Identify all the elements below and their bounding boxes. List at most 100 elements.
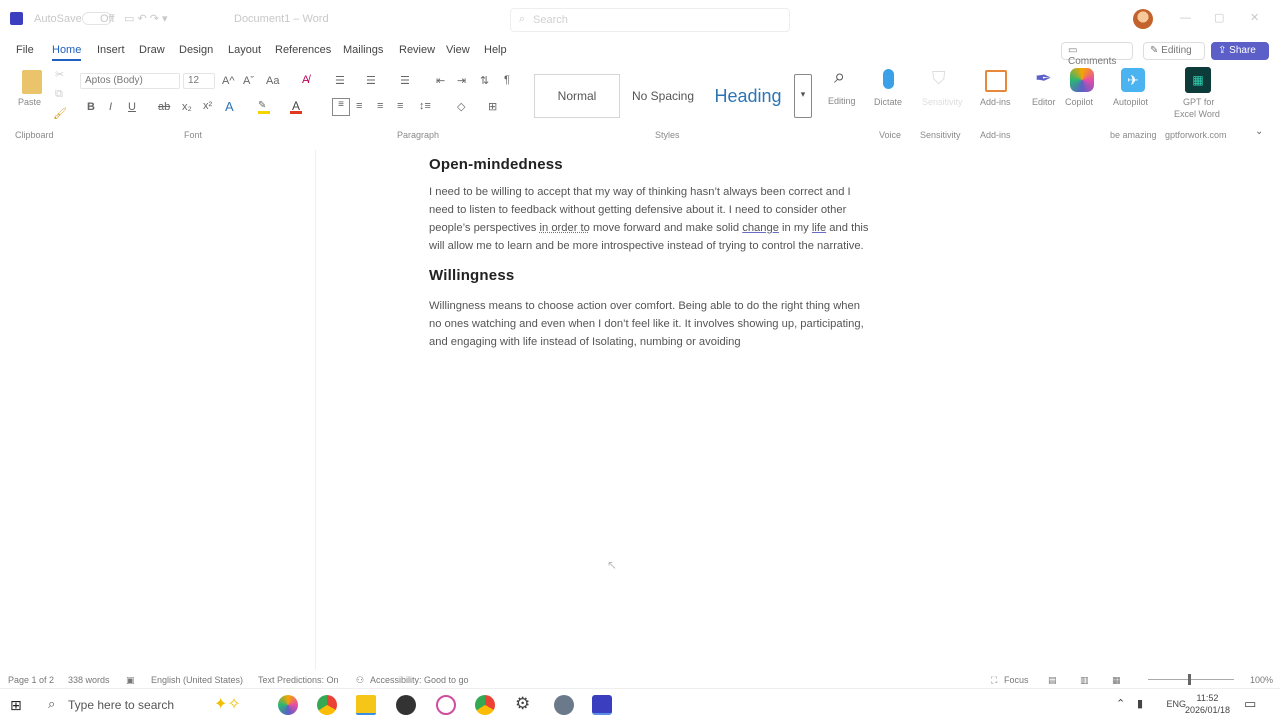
word-taskbar-icon[interactable] xyxy=(592,695,612,715)
word-count[interactable]: 338 words xyxy=(68,675,110,685)
tray-language[interactable]: ENG xyxy=(1166,699,1186,709)
dictate-button-label[interactable]: Dictate xyxy=(874,97,902,107)
grow-font-icon[interactable]: A^ xyxy=(222,75,235,87)
collapse-ribbon-icon[interactable]: ⌄ xyxy=(1255,126,1263,137)
paste-label[interactable]: Paste xyxy=(18,97,41,107)
accessibility-status[interactable]: Accessibility: Good to go xyxy=(370,675,469,685)
app-icon[interactable] xyxy=(554,695,574,715)
increase-indent-icon[interactable]: ⇥ xyxy=(457,74,466,87)
style-heading[interactable]: Heading xyxy=(706,74,790,118)
editor-button-label[interactable]: Editor xyxy=(1032,97,1056,107)
strikethrough-icon[interactable]: ab xyxy=(158,101,170,113)
align-left-icon[interactable]: ≡ xyxy=(332,98,350,116)
tab-review[interactable]: Review xyxy=(399,44,435,56)
grammar-suggestion[interactable]: in order to xyxy=(540,222,590,234)
highlight-icon[interactable]: ✎ xyxy=(258,100,270,114)
windows-start-icon[interactable]: ⊞ xyxy=(10,697,22,714)
settings-gear-icon[interactable]: ⚙ xyxy=(515,694,530,714)
copilot-button-label[interactable]: Copilot xyxy=(1065,97,1093,107)
copilot-icon[interactable] xyxy=(1070,68,1094,92)
zoom-slider[interactable] xyxy=(1148,679,1234,680)
focus-button[interactable]: Focus xyxy=(1004,675,1029,685)
chrome-profile-icon[interactable] xyxy=(475,695,495,715)
copy-icon[interactable]: ⧉ xyxy=(55,88,63,101)
zoom-slider-thumb[interactable] xyxy=(1188,674,1191,685)
decrease-indent-icon[interactable]: ⇤ xyxy=(436,74,445,87)
align-center-icon[interactable]: ≡ xyxy=(356,100,362,112)
superscript-icon[interactable]: x² xyxy=(203,100,212,112)
sensitivity-icon[interactable]: ⛉ xyxy=(932,68,946,89)
numbering-icon[interactable]: ☰ xyxy=(366,74,376,87)
subscript-icon[interactable]: x₂ xyxy=(182,101,192,113)
shading-icon[interactable]: ◇ xyxy=(457,100,465,113)
editing-button-label[interactable]: Editing xyxy=(828,96,856,106)
font-size-select[interactable]: 12 xyxy=(183,73,215,89)
line-spacing-icon[interactable]: ↕≡ xyxy=(419,100,431,112)
underline-icon[interactable]: U xyxy=(128,101,136,113)
tab-layout[interactable]: Layout xyxy=(228,44,261,56)
addins-button-label[interactable]: Add-ins xyxy=(980,97,1011,107)
read-mode-icon[interactable]: ▤ xyxy=(1048,675,1057,686)
tab-file[interactable]: File xyxy=(16,44,34,56)
autopilot-button-label[interactable]: Autopilot xyxy=(1113,97,1148,107)
tab-mailings[interactable]: Mailings xyxy=(343,44,383,56)
font-name-select[interactable]: Aptos (Body) xyxy=(80,73,180,89)
addins-icon[interactable] xyxy=(985,70,1007,92)
editing-search-icon[interactable]: ⌕ xyxy=(834,66,845,89)
tab-home[interactable]: Home xyxy=(52,44,82,61)
editing-mode-button[interactable]: ✎ Editing xyxy=(1143,42,1205,60)
autopilot-icon[interactable]: ✈ xyxy=(1121,68,1145,92)
sort-icon[interactable]: ⇅ xyxy=(480,74,489,87)
spelling-suggestion-change[interactable]: change xyxy=(742,222,779,234)
styles-more-button[interactable]: ▾ xyxy=(794,74,812,118)
notifications-icon[interactable]: ▭ xyxy=(1244,696,1256,712)
zoom-level[interactable]: 100% xyxy=(1250,675,1273,685)
tray-chevron-up-icon[interactable]: ⌃ xyxy=(1116,697,1125,710)
align-right-icon[interactable]: ≡ xyxy=(377,100,383,112)
tab-help[interactable]: Help xyxy=(484,44,507,56)
paste-icon[interactable] xyxy=(22,70,42,94)
title-search-input[interactable]: ⌕ Search xyxy=(510,8,790,32)
style-normal[interactable]: Normal xyxy=(534,74,620,118)
text-effects-icon[interactable]: A xyxy=(225,99,234,114)
maximize-icon[interactable]: ▢ xyxy=(1214,11,1224,24)
file-explorer-icon[interactable] xyxy=(356,695,376,715)
bold-icon[interactable]: B xyxy=(87,101,95,113)
web-layout-icon[interactable]: ▦ xyxy=(1112,675,1121,686)
chrome-icon[interactable] xyxy=(317,695,337,715)
format-painter-icon[interactable]: 🖌 xyxy=(53,107,67,120)
clear-formatting-icon[interactable]: A̸ xyxy=(302,74,309,86)
show-marks-icon[interactable]: ¶ xyxy=(504,74,510,86)
gpt-for-work-icon[interactable]: ▦ xyxy=(1185,67,1211,93)
taskbar-search[interactable]: ⌕ Type here to search xyxy=(44,689,204,720)
obs-icon[interactable] xyxy=(396,695,416,715)
proofing-icon[interactable]: ▣ xyxy=(126,675,135,686)
shrink-font-icon[interactable]: Aˇ xyxy=(243,75,254,87)
cut-icon[interactable]: ✂ xyxy=(55,68,64,81)
tray-clock[interactable]: 11:52 2026/01/18 xyxy=(1185,692,1230,716)
tab-insert[interactable]: Insert xyxy=(97,44,125,56)
tab-view[interactable]: View xyxy=(446,44,470,56)
quick-access-icons[interactable]: ▭ ↶ ↷ ▾ xyxy=(124,12,168,25)
document-body[interactable]: Open-mindedness I need to be willing to … xyxy=(429,156,874,351)
borders-icon[interactable]: ⊞ xyxy=(488,100,497,113)
gpt-button-label-2[interactable]: Excel Word xyxy=(1174,109,1220,119)
multilevel-list-icon[interactable]: ☰ xyxy=(400,74,410,87)
style-no-spacing[interactable]: No Spacing xyxy=(624,74,702,118)
language-status[interactable]: English (United States) xyxy=(151,675,243,685)
justify-icon[interactable]: ≡ xyxy=(397,100,403,112)
avatar[interactable] xyxy=(1133,9,1153,29)
italic-icon[interactable]: I xyxy=(109,101,112,113)
share-button[interactable]: ⇪ Share xyxy=(1211,42,1269,60)
sensitivity-button-label[interactable]: Sensitivity xyxy=(922,97,963,107)
microphone-icon[interactable] xyxy=(883,69,894,89)
editor-icon[interactable]: ✒ xyxy=(1035,66,1052,91)
page-count[interactable]: Page 1 of 2 xyxy=(8,675,54,685)
tab-design[interactable]: Design xyxy=(179,44,213,56)
tray-mic-icon[interactable]: ▮ xyxy=(1137,697,1143,710)
gpt-button-label-1[interactable]: GPT for xyxy=(1183,97,1214,107)
minimize-icon[interactable]: — xyxy=(1180,12,1191,24)
tab-references[interactable]: References xyxy=(275,44,331,56)
text-predictions-status[interactable]: Text Predictions: On xyxy=(258,675,339,685)
bullets-icon[interactable]: ☰ xyxy=(335,74,345,87)
